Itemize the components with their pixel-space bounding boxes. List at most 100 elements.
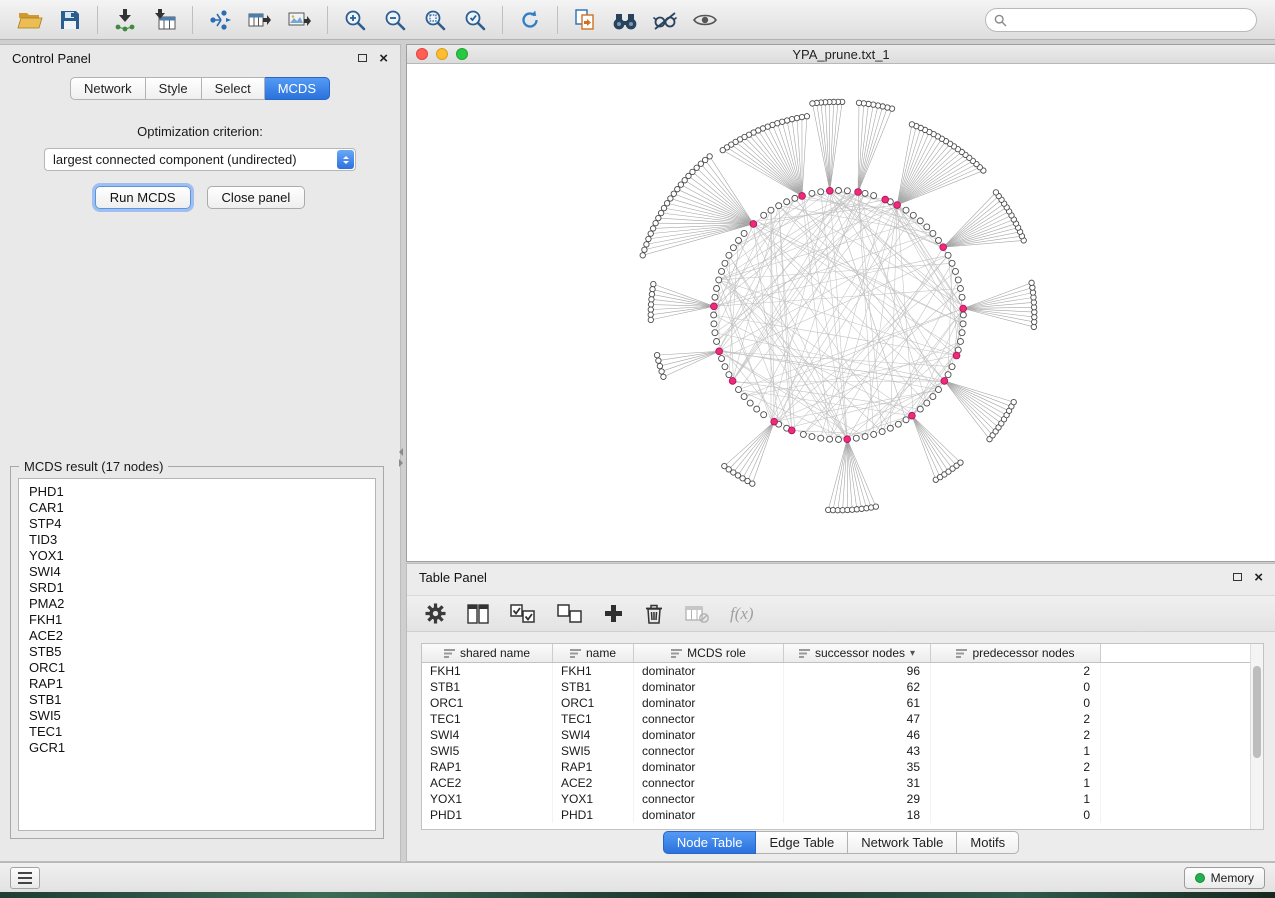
window-minimize-icon[interactable]: [436, 48, 448, 60]
export-image-icon[interactable]: [280, 4, 320, 36]
window-close-icon[interactable]: [416, 48, 428, 60]
tab-network-table[interactable]: Network Table: [848, 831, 957, 854]
mcds-result-item[interactable]: ORC1: [29, 660, 375, 676]
mcds-result-item[interactable]: TID3: [29, 532, 375, 548]
optimization-criterion-label: Optimization criterion:: [0, 124, 400, 139]
table-row[interactable]: SWI5 SWI5 connector 43 1: [422, 743, 1250, 759]
criterion-dropdown[interactable]: largest connected component (undirected): [44, 148, 356, 171]
table-settings-gear-icon[interactable]: [425, 603, 446, 624]
open-session-icon[interactable]: [10, 4, 50, 36]
table-row[interactable]: YOX1 YOX1 connector 29 1: [422, 791, 1250, 807]
table-panel-tabs: Node Table Edge Table Network Table Moti…: [407, 831, 1275, 854]
mcds-result-item[interactable]: PHD1: [29, 484, 375, 500]
column-menu-icon: [570, 648, 581, 659]
mcds-result-item[interactable]: STP4: [29, 516, 375, 532]
mcds-result-item[interactable]: CAR1: [29, 500, 375, 516]
mcds-result-item[interactable]: GCR1: [29, 740, 375, 756]
export-table-icon[interactable]: [240, 4, 280, 36]
toolbar-separator: [557, 6, 558, 34]
function-builder-icon: f(x): [730, 604, 754, 624]
column-header-predecessor-nodes[interactable]: predecessor nodes: [931, 644, 1101, 662]
tab-node-table[interactable]: Node Table: [663, 831, 757, 854]
export-network-icon[interactable]: [200, 4, 240, 36]
column-header-filler: [1101, 644, 1250, 662]
mcds-result-item[interactable]: TEC1: [29, 724, 375, 740]
mcds-result-item[interactable]: STB1: [29, 692, 375, 708]
zoom-out-icon[interactable]: [375, 4, 415, 36]
table-row[interactable]: ACE2 ACE2 connector 31 1: [422, 775, 1250, 791]
node-table: shared name name MCDS role successor nod…: [421, 643, 1264, 830]
network-graph[interactable]: [407, 64, 1275, 561]
tab-style[interactable]: Style: [146, 77, 202, 100]
create-column-icon[interactable]: [604, 604, 623, 623]
tab-edge-table[interactable]: Edge Table: [756, 831, 848, 854]
hide-selected-icon[interactable]: [645, 4, 685, 36]
table-row[interactable]: TEC1 TEC1 connector 47 2: [422, 711, 1250, 727]
clone-network-icon[interactable]: [565, 4, 605, 36]
select-all-columns-icon[interactable]: [510, 604, 536, 624]
mcds-result-item[interactable]: SWI5: [29, 708, 375, 724]
table-scrollbar[interactable]: [1250, 644, 1263, 829]
column-menu-icon: [671, 648, 682, 659]
table-panel-title: Table Panel: [419, 570, 487, 585]
table-panel: Table Panel × f(x): [406, 563, 1275, 862]
table-row[interactable]: FKH1 FKH1 dominator 96 2: [422, 663, 1250, 679]
mcds-result-item[interactable]: PMA2: [29, 596, 375, 612]
run-mcds-button[interactable]: Run MCDS: [95, 186, 191, 209]
unselect-all-columns-icon[interactable]: [557, 604, 583, 624]
table-row[interactable]: ORC1 ORC1 dominator 61 0: [422, 695, 1250, 711]
column-header-successor-nodes[interactable]: successor nodes ▾: [784, 644, 931, 662]
search-icon: [994, 14, 1007, 27]
delete-column-trash-icon[interactable]: [644, 603, 664, 625]
mcds-result-item[interactable]: RAP1: [29, 676, 375, 692]
mcds-result-item[interactable]: SRD1: [29, 580, 375, 596]
splitter-collapse-icon[interactable]: [399, 448, 403, 467]
mcds-result-groupbox: MCDS result (17 nodes) PHD1CAR1STP4TID3Y…: [10, 466, 384, 839]
float-panel-icon[interactable]: [358, 54, 367, 62]
table-toolbar: f(x): [407, 595, 1275, 632]
column-header-shared-name[interactable]: shared name: [422, 644, 553, 662]
table-row[interactable]: SWI4 SWI4 dominator 46 2: [422, 727, 1250, 743]
global-search-box[interactable]: [985, 8, 1257, 32]
mcds-result-item[interactable]: ACE2: [29, 628, 375, 644]
table-row[interactable]: PHD1 PHD1 dominator 18 0: [422, 807, 1250, 823]
table-row[interactable]: STB1 STB1 dominator 62 0: [422, 679, 1250, 695]
column-menu-icon: [956, 648, 967, 659]
tab-motifs[interactable]: Motifs: [957, 831, 1019, 854]
show-task-history-button[interactable]: [10, 867, 40, 889]
table-row[interactable]: RAP1 RAP1 dominator 35 2: [422, 759, 1250, 775]
network-window: YPA_prune.txt_1: [406, 44, 1275, 562]
search-network-icon[interactable]: [605, 4, 645, 36]
column-header-mcds-role[interactable]: MCDS role: [634, 644, 784, 662]
float-table-panel-icon[interactable]: [1233, 573, 1242, 581]
show-columns-icon[interactable]: [467, 604, 489, 624]
close-panel-button[interactable]: Close panel: [207, 186, 306, 209]
column-menu-icon: [444, 648, 455, 659]
search-input[interactable]: [1013, 13, 1256, 27]
column-header-name[interactable]: name: [553, 644, 634, 662]
zoom-in-icon[interactable]: [335, 4, 375, 36]
mcds-result-item[interactable]: STB5: [29, 644, 375, 660]
show-graphics-details-icon[interactable]: [685, 4, 725, 36]
mcds-result-item[interactable]: FKH1: [29, 612, 375, 628]
close-table-panel-icon[interactable]: ×: [1254, 570, 1263, 585]
main-toolbar: [0, 0, 1275, 40]
table-scrollbar-thumb[interactable]: [1253, 666, 1261, 758]
tab-mcds[interactable]: MCDS: [265, 77, 330, 100]
tab-network[interactable]: Network: [70, 77, 146, 100]
window-maximize-icon[interactable]: [456, 48, 468, 60]
import-network-from-file-icon[interactable]: [105, 4, 145, 36]
network-canvas[interactable]: [407, 64, 1275, 561]
close-panel-icon[interactable]: ×: [379, 51, 388, 66]
save-session-icon[interactable]: [50, 4, 90, 36]
mcds-result-item[interactable]: SWI4: [29, 564, 375, 580]
refresh-view-icon[interactable]: [510, 4, 550, 36]
import-table-from-file-icon[interactable]: [145, 4, 185, 36]
tab-select[interactable]: Select: [202, 77, 265, 100]
control-panel: Control Panel × Network Style Select MCD…: [0, 44, 401, 862]
mcds-result-item[interactable]: YOX1: [29, 548, 375, 564]
toolbar-separator: [327, 6, 328, 34]
zoom-selected-region-icon[interactable]: [415, 4, 455, 36]
zoom-fit-content-icon[interactable]: [455, 4, 495, 36]
memory-button[interactable]: Memory: [1184, 867, 1265, 889]
